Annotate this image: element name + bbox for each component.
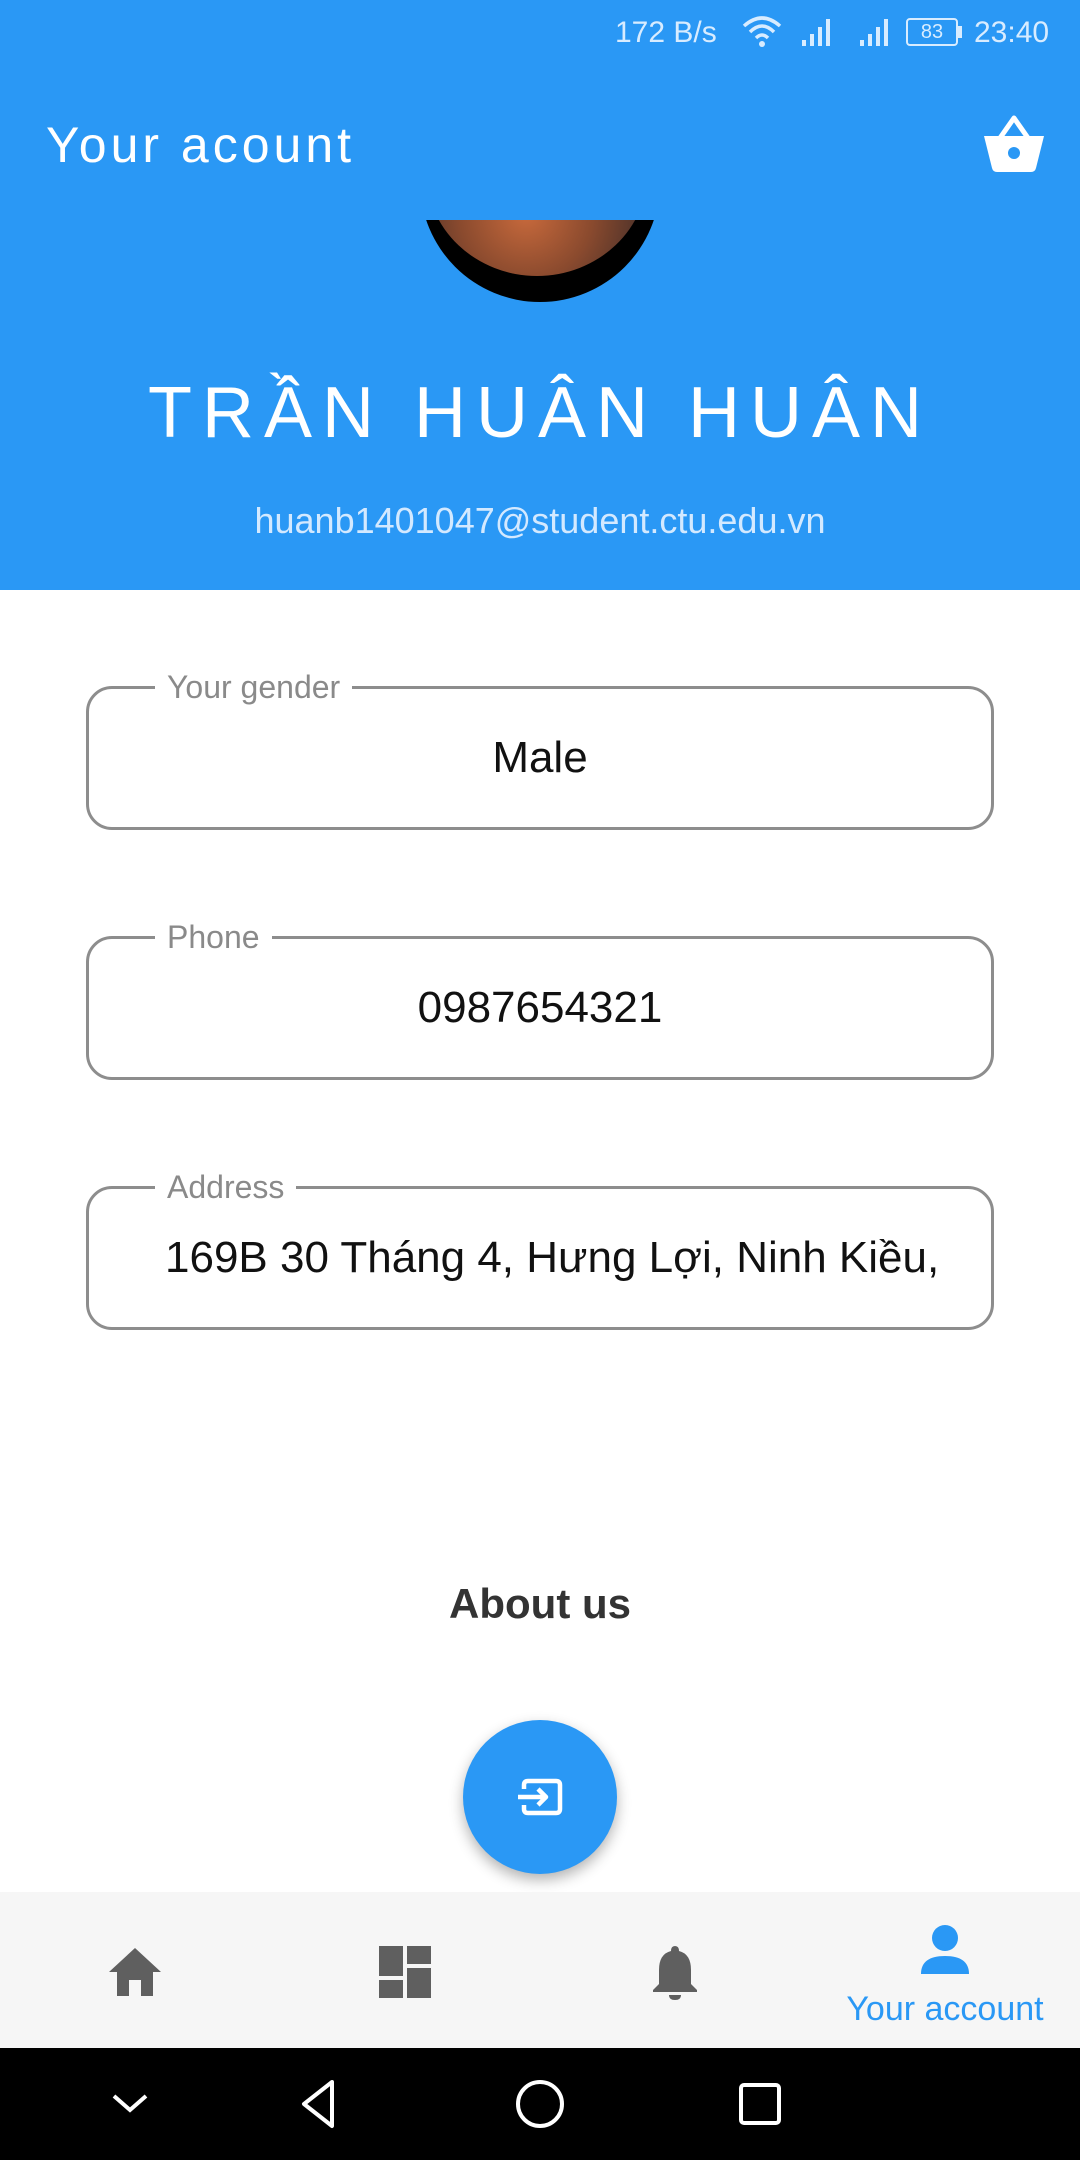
home-circle-icon[interactable] bbox=[512, 2076, 568, 2132]
wifi-icon bbox=[742, 16, 782, 47]
nav-item-account[interactable]: Your account bbox=[810, 1892, 1080, 2048]
address-field-value: 169B 30 Tháng 4, Hưng Lợi, Ninh Kiều, bbox=[165, 1233, 940, 1282]
signal-icon bbox=[802, 19, 830, 46]
system-navigation-bar bbox=[0, 2048, 1080, 2160]
recents-icon[interactable] bbox=[732, 2076, 788, 2132]
nav-item-dashboard[interactable] bbox=[270, 1892, 540, 2048]
user-name: TRẦN HUÂN HUÂN bbox=[147, 373, 933, 453]
dashboard-icon bbox=[379, 1946, 431, 1998]
shopping-basket-icon[interactable] bbox=[978, 108, 1050, 180]
gender-field[interactable]: Your gender Male bbox=[86, 667, 994, 830]
logout-button[interactable] bbox=[463, 1720, 617, 1874]
gender-field-value: Male bbox=[492, 733, 588, 782]
nav-item-home[interactable] bbox=[0, 1892, 270, 2048]
hide-keyboard-icon[interactable] bbox=[102, 2076, 158, 2132]
page-title: Your acount bbox=[46, 117, 356, 173]
avatar-ring bbox=[420, 220, 660, 302]
bottom-navigation: Your account bbox=[0, 1892, 1080, 2048]
person-icon bbox=[921, 1925, 969, 1974]
address-field[interactable]: Address 169B 30 Tháng 4, Hưng Lợi, Ninh … bbox=[86, 1167, 994, 1330]
home-icon bbox=[109, 1948, 161, 1996]
bell-icon bbox=[653, 1946, 697, 2000]
back-icon[interactable] bbox=[292, 2076, 348, 2132]
network-speed: 172 B/s bbox=[615, 16, 717, 49]
phone-field-value: 0987654321 bbox=[417, 983, 663, 1032]
about-us-link[interactable]: About us bbox=[0, 1580, 1080, 1628]
account-screen: { "status_bar": { "net_speed": "172 B/s"… bbox=[0, 0, 1080, 2160]
battery-tip bbox=[958, 26, 962, 38]
battery-icon: 83 bbox=[906, 18, 958, 46]
avatar-image bbox=[426, 220, 648, 276]
nav-item-notifications[interactable] bbox=[540, 1892, 810, 2048]
signal-icon bbox=[860, 19, 888, 46]
clock: 23:40 bbox=[974, 16, 1050, 49]
logout-icon bbox=[518, 1778, 563, 1816]
nav-item-account-label: Your account bbox=[846, 1990, 1044, 2028]
user-email: huanb1401047@student.ctu.edu.vn bbox=[254, 500, 826, 541]
phone-field[interactable]: Phone 0987654321 bbox=[86, 917, 994, 1080]
avatar[interactable] bbox=[420, 220, 660, 302]
status-bar: 172 B/s 83 23:40 bbox=[0, 0, 1080, 68]
